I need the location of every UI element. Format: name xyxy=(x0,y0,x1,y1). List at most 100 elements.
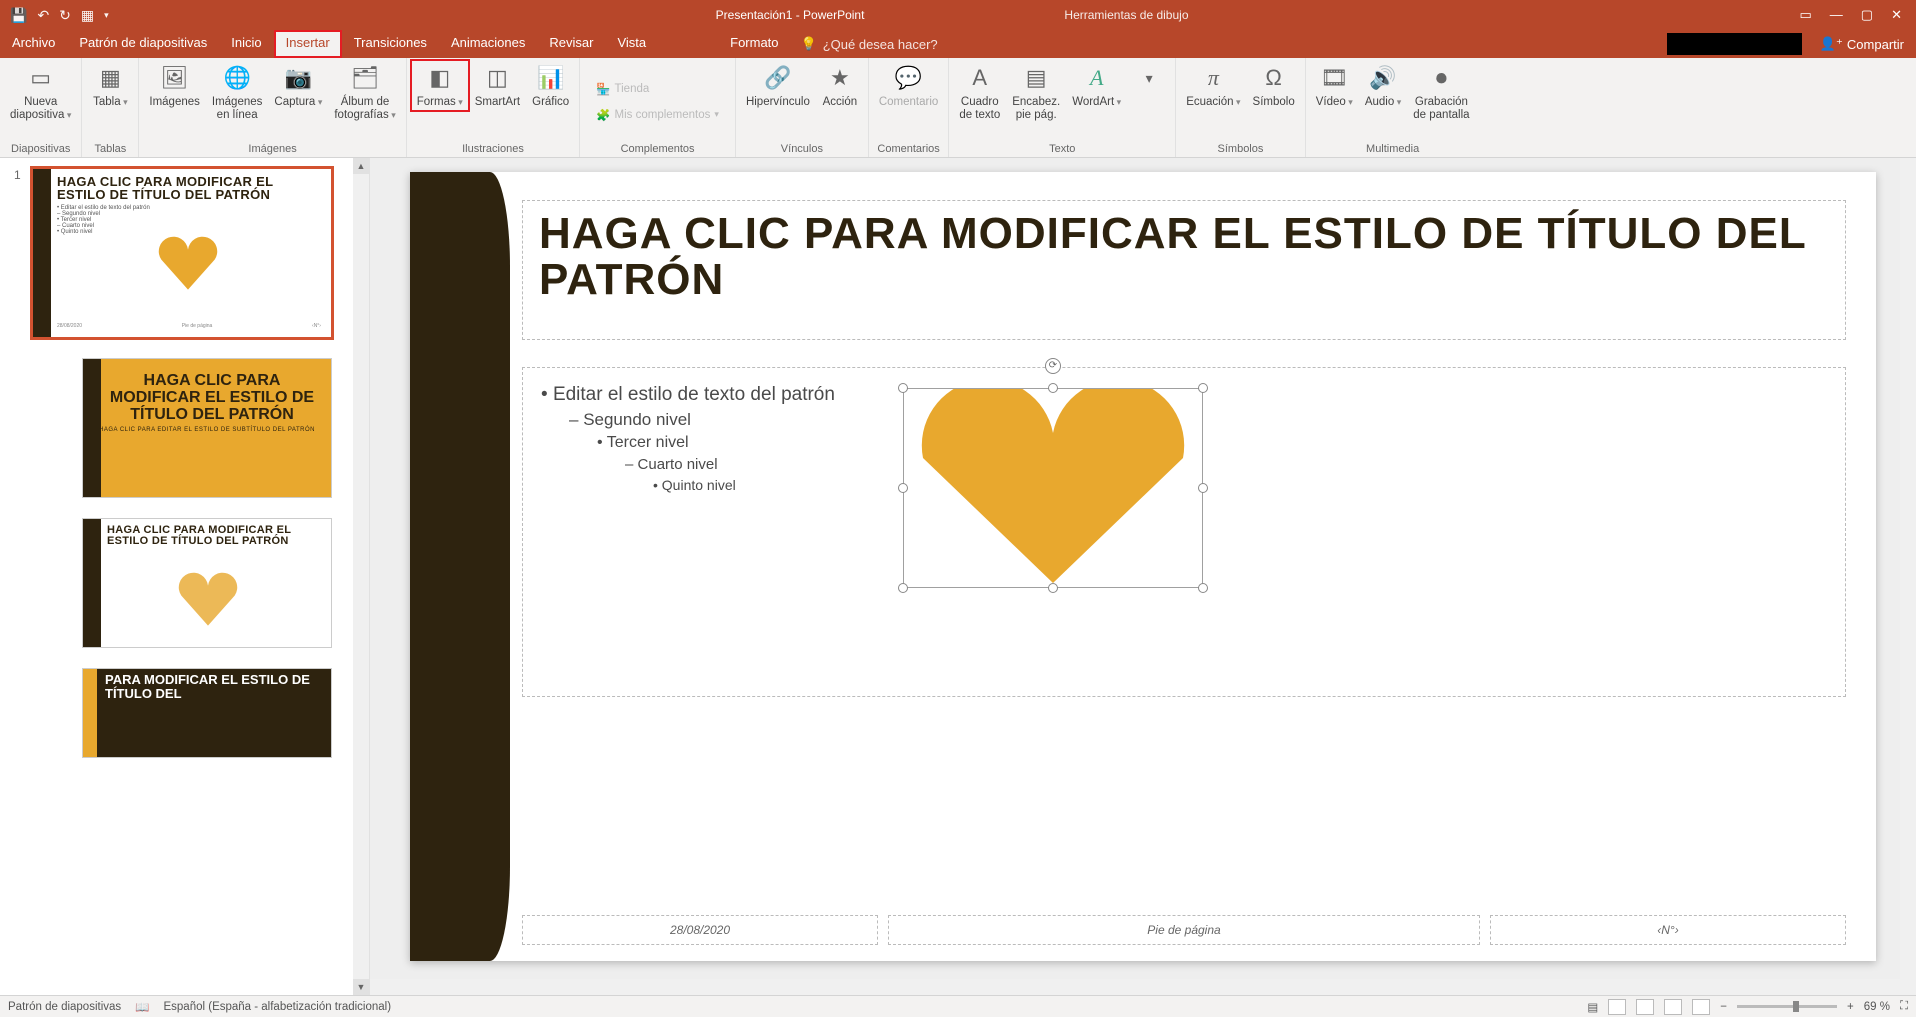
addins-icon: 🧩 xyxy=(596,108,610,122)
images-icon: 🖼 xyxy=(159,62,191,94)
resize-handle[interactable] xyxy=(1198,383,1208,393)
screen-recording-button[interactable]: ⏺Grabación de pantalla xyxy=(1407,60,1475,124)
undo-icon[interactable]: ↶ xyxy=(37,7,49,24)
symbol-button[interactable]: ΩSímbolo xyxy=(1247,60,1301,111)
online-images-icon: 🌐 xyxy=(221,62,253,94)
tab-archivo[interactable]: Archivo xyxy=(0,30,67,58)
reading-view-button[interactable] xyxy=(1664,999,1682,1015)
video-button[interactable]: 🎞Vídeo xyxy=(1310,60,1359,111)
camera-icon: 📷 xyxy=(282,62,314,94)
screenshot-button[interactable]: 📷Captura xyxy=(268,60,328,111)
resize-handle[interactable] xyxy=(1048,583,1058,593)
zoom-in-button[interactable]: + xyxy=(1847,1001,1854,1013)
group-complementos: Complementos xyxy=(584,143,731,157)
status-language[interactable]: Español (España - alfabetización tradici… xyxy=(163,1001,391,1013)
chart-button[interactable]: 📊Gráfico xyxy=(526,60,575,111)
group-tablas: Tablas xyxy=(86,143,134,157)
action-icon: ★ xyxy=(824,62,856,94)
scroll-down-icon[interactable]: ▼ xyxy=(353,979,369,995)
store-button: 🏪Tienda xyxy=(590,79,655,99)
normal-view-button[interactable] xyxy=(1608,999,1626,1015)
fit-to-window-button[interactable]: ⛶ xyxy=(1900,1000,1908,1013)
textbox-button[interactable]: ACuadro de texto xyxy=(953,60,1006,124)
group-comentarios: Comentarios xyxy=(873,143,944,157)
zoom-level[interactable]: 69 % xyxy=(1864,1001,1890,1013)
heart-shape-selected[interactable]: ⟳ xyxy=(903,388,1203,588)
zoom-slider[interactable] xyxy=(1737,1005,1837,1008)
scroll-up-icon[interactable]: ▲ xyxy=(353,158,369,174)
layout-thumbnail[interactable]: HAGA CLIC PARA MODIFICAR EL ESTILO DE TÍ… xyxy=(82,518,332,648)
canvas-hscrollbar[interactable] xyxy=(370,979,1900,995)
resize-handle[interactable] xyxy=(898,383,908,393)
resize-handle[interactable] xyxy=(898,483,908,493)
layout-thumbnail[interactable]: PARA MODIFICAR EL ESTILO DE TÍTULO DEL xyxy=(82,668,332,758)
notes-button[interactable]: ▤ xyxy=(1587,1000,1598,1014)
resize-handle[interactable] xyxy=(1198,583,1208,593)
title-bar: 💾 ↶ ↻ ▦ ▾ Presentación1 - PowerPoint Her… xyxy=(0,0,1916,30)
start-slideshow-icon[interactable]: ▦ xyxy=(81,7,94,24)
comment-icon: 💬 xyxy=(893,62,925,94)
group-imagenes: Imágenes xyxy=(143,143,401,157)
save-icon[interactable]: 💾 xyxy=(10,7,27,24)
footer-placeholder[interactable]: Pie de página xyxy=(888,915,1480,945)
action-button[interactable]: ★Acción xyxy=(816,60,864,111)
shapes-button[interactable]: ◧Formas xyxy=(411,60,469,111)
group-texto: Texto xyxy=(953,143,1171,157)
audio-button[interactable]: 🔊Audio xyxy=(1359,60,1407,111)
sorter-view-button[interactable] xyxy=(1636,999,1654,1015)
title-placeholder[interactable]: HAGA CLIC PARA MODIFICAR EL ESTILO DE TÍ… xyxy=(522,200,1846,340)
canvas-vscrollbar[interactable] xyxy=(1900,158,1916,995)
album-icon: 🗂 xyxy=(349,62,381,94)
redo-icon[interactable]: ↻ xyxy=(59,7,71,24)
slide-decoration xyxy=(410,172,490,961)
spellcheck-icon[interactable]: 📖 xyxy=(135,1000,149,1014)
user-account-box[interactable] xyxy=(1667,33,1802,55)
zoom-out-button[interactable]: − xyxy=(1720,1001,1727,1013)
date-placeholder[interactable]: 28/08/2020 xyxy=(522,915,878,945)
resize-handle[interactable] xyxy=(898,583,908,593)
tell-me-search[interactable]: 💡 ¿Qué desea hacer? xyxy=(791,30,948,58)
tab-inicio[interactable]: Inicio xyxy=(219,30,273,58)
wordart-button[interactable]: AWordArt xyxy=(1066,60,1127,111)
thumb-number: 1 xyxy=(14,168,26,182)
maximize-icon[interactable]: ▢ xyxy=(1861,7,1873,23)
hyperlink-button[interactable]: 🔗Hipervínculo xyxy=(740,60,816,111)
tab-formato[interactable]: Formato xyxy=(718,30,790,58)
new-slide-button[interactable]: ▭ Nueva diapositiva xyxy=(4,60,77,124)
minimize-icon[interactable]: — xyxy=(1830,7,1843,23)
tab-revisar[interactable]: Revisar xyxy=(537,30,605,58)
table-icon: ▦ xyxy=(94,62,126,94)
tab-insertar[interactable]: Insertar xyxy=(274,30,342,58)
group-ilustraciones: Ilustraciones xyxy=(411,143,575,157)
slide-number-placeholder[interactable]: ‹N°› xyxy=(1490,915,1846,945)
photo-album-button[interactable]: 🗂Álbum de fotografías xyxy=(328,60,401,124)
qat-dropdown-icon[interactable]: ▾ xyxy=(104,10,109,21)
share-button[interactable]: 👤⁺ Compartir xyxy=(1808,30,1916,58)
layout-thumbnail[interactable]: HAGA CLIC PARA MODIFICAR EL ESTILO DE TÍ… xyxy=(82,358,332,498)
slideshow-view-button[interactable] xyxy=(1692,999,1710,1015)
resize-handle[interactable] xyxy=(1048,383,1058,393)
text-more-button[interactable]: ▾ xyxy=(1127,60,1171,96)
equation-button[interactable]: πEcuación xyxy=(1180,60,1246,111)
slide[interactable]: HAGA CLIC PARA MODIFICAR EL ESTILO DE TÍ… xyxy=(410,172,1876,961)
images-button[interactable]: 🖼Imágenes xyxy=(143,60,206,111)
online-images-button[interactable]: 🌐Imágenes en línea xyxy=(206,60,269,124)
tab-vista[interactable]: Vista xyxy=(605,30,658,58)
master-slide-thumbnail[interactable]: HAGA CLIC PARA MODIFICAR EL ESTILO DE TÍ… xyxy=(32,168,332,338)
group-vinculos: Vínculos xyxy=(740,143,864,157)
thumbnails-scrollbar[interactable]: ▲ ▼ xyxy=(353,158,369,995)
tab-animaciones[interactable]: Animaciones xyxy=(439,30,537,58)
tab-transiciones[interactable]: Transiciones xyxy=(342,30,439,58)
main-area: 1 HAGA CLIC PARA MODIFICAR EL ESTILO DE … xyxy=(0,158,1916,995)
close-icon[interactable]: ✕ xyxy=(1891,7,1902,23)
resize-handle[interactable] xyxy=(1198,483,1208,493)
wordart-icon: A xyxy=(1081,62,1113,94)
header-footer-button[interactable]: ▤Encabez. pie pág. xyxy=(1006,60,1066,124)
content-placeholder[interactable]: Editar el estilo de texto del patrón Seg… xyxy=(522,367,1846,697)
rotation-handle[interactable]: ⟳ xyxy=(1045,358,1061,374)
share-icon: 👤⁺ xyxy=(1820,36,1843,52)
ribbon-options-icon[interactable]: ▭ xyxy=(1800,7,1812,23)
tab-patron-diapositivas[interactable]: Patrón de diapositivas xyxy=(67,30,219,58)
table-button[interactable]: ▦Tabla xyxy=(86,60,134,111)
smartart-button[interactable]: ◫SmartArt xyxy=(469,60,526,111)
